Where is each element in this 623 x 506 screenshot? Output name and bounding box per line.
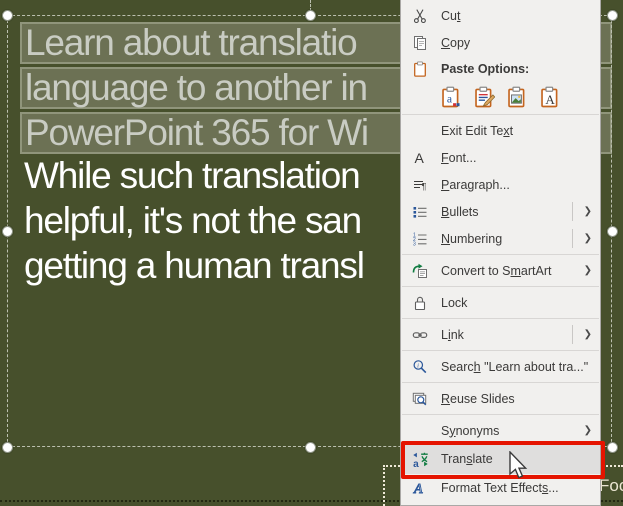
menu-separator — [402, 114, 599, 115]
svg-text:a: a — [447, 93, 453, 106]
submenu-arrow-icon: ❯ — [583, 265, 592, 276]
context-menu: Cut Copy Paste Options: a A Exit Edit Te… — [400, 0, 601, 506]
menu-item-lock[interactable]: Lock — [401, 289, 600, 316]
menu-item-link[interactable]: Link ❯ — [401, 321, 600, 348]
submenu-arrow-icon: ❯ — [583, 329, 592, 340]
paste-option-keep-source-formatting[interactable] — [470, 84, 498, 110]
paste-option-use-destination-theme[interactable]: a — [437, 84, 465, 110]
smartart-icon — [410, 262, 430, 280]
paste-option-keep-text-only[interactable]: A — [536, 84, 564, 110]
menu-item-search[interactable]: i Search "Learn about tra..." — [401, 353, 600, 380]
menu-item-synonyms[interactable]: Synonyms ❯ — [401, 417, 600, 444]
submenu-arrow-icon: ❯ — [583, 233, 592, 244]
footer-text[interactable]: Foo — [599, 476, 623, 496]
reuse-slides-icon — [410, 390, 430, 408]
selection-handle-bottom-right[interactable] — [606, 441, 618, 453]
paragraph-icon: ¶ — [410, 176, 430, 194]
menu-separator — [402, 350, 599, 351]
submenu-arrow-icon: ❯ — [583, 425, 592, 436]
menu-item-cut[interactable]: Cut — [401, 2, 600, 29]
paste-option-picture[interactable] — [503, 84, 531, 110]
annotation-highlight-box — [401, 441, 605, 479]
menu-separator — [402, 382, 599, 383]
svg-text:A: A — [413, 482, 423, 496]
svg-text:A: A — [415, 150, 425, 166]
menu-separator — [402, 254, 599, 255]
format-text-effects-icon: A — [410, 479, 430, 497]
menu-item-paragraph[interactable]: ¶ Paragraph... — [401, 171, 600, 198]
lock-icon — [410, 294, 430, 312]
selection-handle-bottom-left[interactable] — [1, 441, 13, 453]
menu-item-convert-to-smartart[interactable]: Convert to SmartArt ❯ — [401, 257, 600, 284]
menu-separator — [402, 414, 599, 415]
menu-separator — [402, 318, 599, 319]
copy-icon — [410, 34, 430, 52]
search-icon: i — [410, 358, 430, 376]
menu-item-exit-edit-text[interactable]: Exit Edit Text — [401, 117, 600, 144]
mouse-cursor — [508, 450, 530, 486]
menu-separator — [402, 286, 599, 287]
clipboard-icon — [410, 60, 430, 78]
selection-handle-bottom-center[interactable] — [304, 441, 316, 453]
menu-item-copy[interactable]: Copy — [401, 29, 600, 56]
selection-handle-top-right[interactable] — [606, 9, 618, 21]
link-icon — [410, 326, 430, 344]
paste-options-label: Paste Options: — [401, 56, 600, 82]
menu-item-bullets[interactable]: Bullets ❯ — [401, 198, 600, 225]
powerpoint-editing-canvas: { "slide": { "background_color": "#47502… — [0, 0, 623, 506]
menu-item-font[interactable]: A Font... — [401, 144, 600, 171]
svg-text:3: 3 — [413, 241, 416, 247]
footer-placeholder-border-left — [383, 465, 385, 506]
font-icon: A — [410, 149, 430, 167]
selection-handle-top-left[interactable] — [1, 9, 13, 21]
menu-item-reuse-slides[interactable]: Reuse Slides — [401, 385, 600, 412]
svg-text:A: A — [545, 92, 555, 107]
selection-handle-top-center[interactable] — [304, 9, 316, 21]
bullets-icon — [410, 203, 430, 221]
paste-options-row: a A — [401, 82, 600, 112]
menu-item-numbering[interactable]: 123 Numbering ❯ — [401, 225, 600, 252]
submenu-arrow-icon: ❯ — [583, 206, 592, 217]
scissors-icon — [410, 7, 430, 25]
numbering-icon: 123 — [410, 230, 430, 248]
selection-handle-middle-right[interactable] — [606, 225, 618, 237]
svg-text:¶: ¶ — [422, 181, 427, 191]
selection-handle-middle-left[interactable] — [1, 225, 13, 237]
svg-text:i: i — [417, 362, 419, 369]
